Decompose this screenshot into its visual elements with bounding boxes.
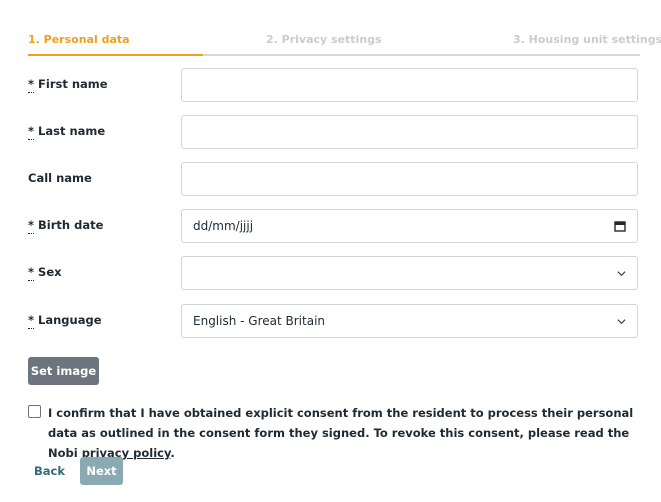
required-marker: *	[28, 124, 35, 138]
first-name-label: * First name	[28, 77, 108, 91]
language-select[interactable]: English - Great Britain	[181, 304, 638, 338]
sex-label: * Sex	[28, 265, 62, 279]
call-name-label: Call name	[28, 171, 92, 185]
set-image-button[interactable]: Set image	[28, 357, 99, 385]
first-name-input[interactable]	[181, 68, 638, 102]
required-marker: *	[28, 218, 35, 232]
step-personal-data[interactable]: 1. Personal data	[28, 33, 130, 46]
consent-text: I confirm that I have obtained explicit …	[48, 406, 634, 460]
birth-date-input[interactable]: dd/mm/jjjj	[181, 209, 638, 243]
chevron-down-icon	[617, 318, 626, 324]
sex-select[interactable]	[181, 256, 638, 290]
last-name-label: * Last name	[28, 124, 106, 138]
step-privacy-settings[interactable]: 2. Privacy settings	[266, 33, 382, 46]
chevron-down-icon	[617, 270, 626, 276]
calendar-icon[interactable]	[614, 220, 626, 232]
step-progress-active	[28, 54, 203, 56]
birth-date-label: * Birth date	[28, 218, 104, 232]
next-button[interactable]: Next	[80, 457, 123, 485]
step-housing-unit-settings[interactable]: 3. Housing unit settings	[513, 33, 661, 46]
call-name-input[interactable]	[181, 162, 638, 196]
required-marker: *	[28, 265, 35, 279]
language-label: * Language	[28, 313, 102, 327]
required-marker: *	[28, 77, 35, 91]
required-marker: *	[28, 313, 35, 327]
last-name-input[interactable]	[181, 115, 638, 149]
back-button[interactable]: Back	[28, 458, 71, 484]
consent-checkbox[interactable]	[28, 405, 41, 418]
